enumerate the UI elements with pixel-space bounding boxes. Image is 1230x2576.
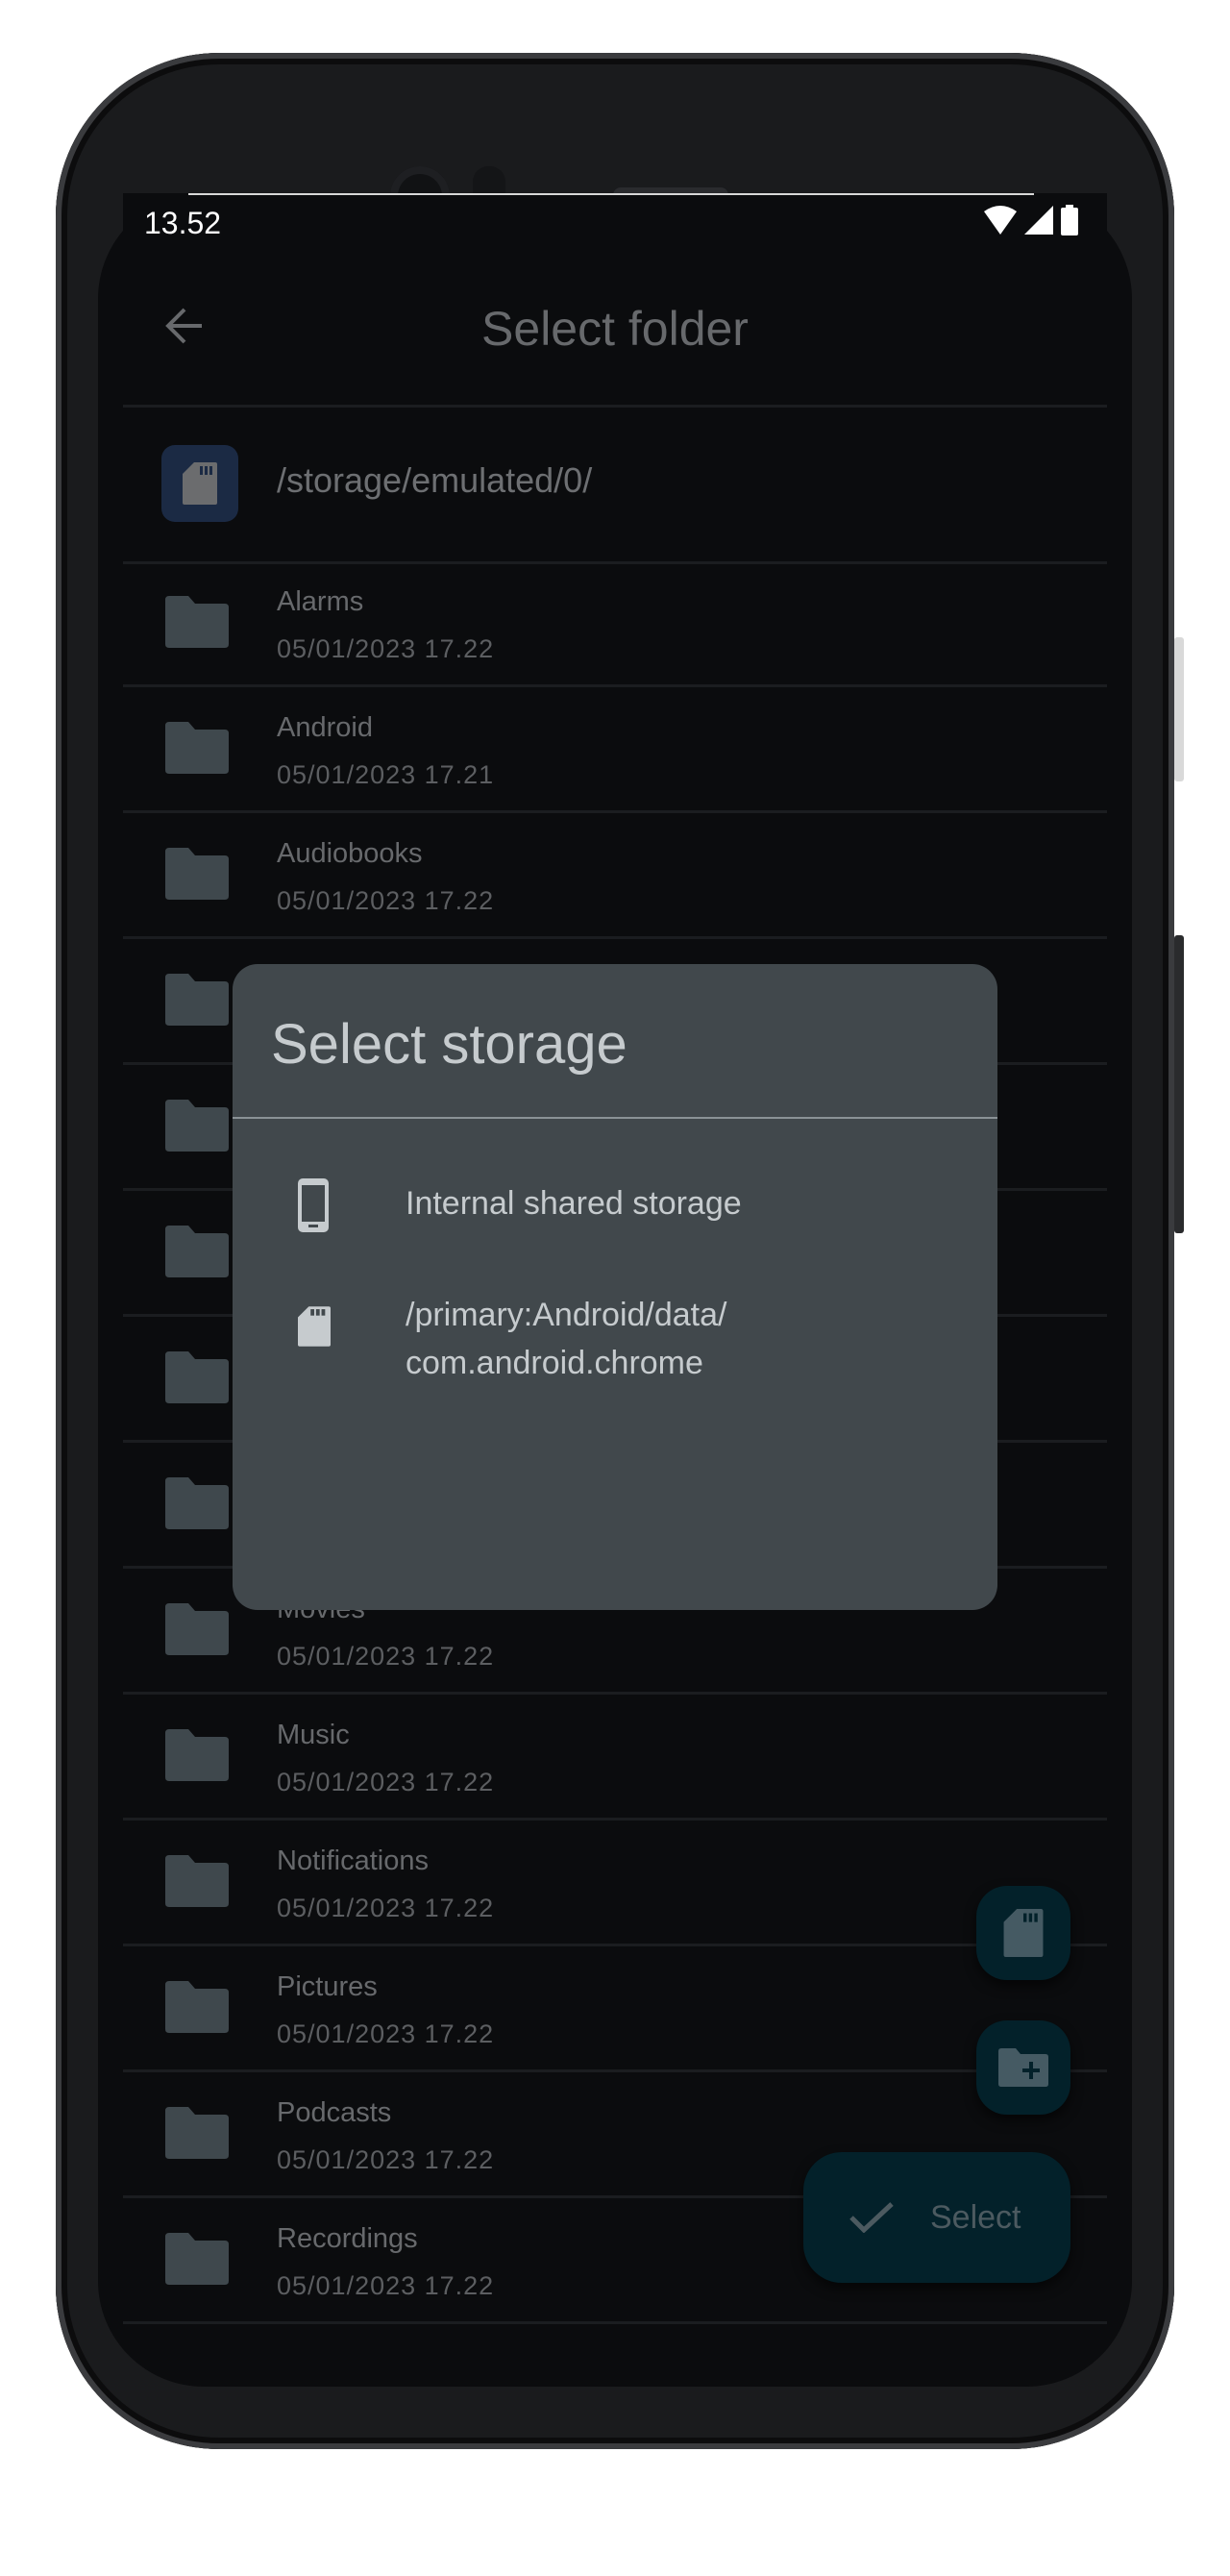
- folder-icon: [165, 722, 229, 774]
- select-storage-dialog: Select storage Internal shared storage /…: [233, 964, 997, 1610]
- select-button[interactable]: Select: [803, 2152, 1070, 2283]
- battery-icon: [1061, 205, 1078, 235]
- folder-icon: [165, 848, 229, 900]
- folder-date: 05/01/2023 17.22: [277, 1642, 495, 1671]
- folder-name: Notifications: [277, 1845, 429, 1876]
- folder-row[interactable]: Android 05/01/2023 17.21: [123, 687, 1107, 813]
- wifi-icon: [984, 206, 1017, 235]
- storage-fab[interactable]: [976, 1886, 1070, 1980]
- folder-date: 05/01/2023 17.22: [277, 2019, 495, 2048]
- label-line-2: com.android.chrome: [406, 1345, 703, 1381]
- dialog-title: Select storage: [271, 1013, 627, 1076]
- folder-icon: [165, 1477, 229, 1529]
- folder-date: 05/01/2023 17.22: [277, 2145, 495, 2174]
- screen: 13.52 Select folder /storage/emulated/0/…: [123, 193, 1107, 2329]
- folder-icon: [165, 596, 229, 648]
- select-label: Select: [930, 2198, 1021, 2236]
- folder-icon: [165, 1855, 229, 1907]
- page-title: Select folder: [481, 302, 749, 356]
- dialog-divider: [233, 1117, 997, 1119]
- phone-icon: [298, 1178, 329, 1232]
- volume-button: [1174, 935, 1184, 1233]
- label-line-1: /primary:Android/data/: [406, 1297, 727, 1333]
- folder-date: 05/01/2023 17.22: [277, 634, 495, 663]
- storage-option-internal[interactable]: Internal shared storage: [233, 1166, 997, 1272]
- folder-date: 05/01/2023 17.22: [277, 1768, 495, 1796]
- folder-icon: [165, 1226, 229, 1277]
- app-bar: Select folder: [123, 262, 1107, 408]
- new-folder-fab[interactable]: [976, 2020, 1070, 2115]
- folder-row[interactable]: Audiobooks 05/01/2023 17.22: [123, 813, 1107, 939]
- folder-icon: [165, 1603, 229, 1655]
- folder-name: Podcasts: [277, 2097, 392, 2128]
- folder-date: 05/01/2023 17.22: [277, 886, 495, 915]
- status-icons: [984, 205, 1078, 235]
- folder-icon: [165, 2233, 229, 2285]
- folder-name: Android: [277, 712, 373, 743]
- folder-date: 05/01/2023 17.22: [277, 2271, 495, 2300]
- storage-button[interactable]: [161, 445, 238, 522]
- folder-date: 05/01/2023 17.22: [277, 1894, 495, 1922]
- folder-icon: [165, 1981, 229, 2033]
- folder-name: Alarms: [277, 586, 364, 617]
- current-path: /storage/emulated/0/: [277, 460, 593, 500]
- folder-icon: [165, 1351, 229, 1403]
- folder-row[interactable]: Notifications 05/01/2023 17.22: [123, 1821, 1107, 1946]
- storage-option-label: Internal shared storage: [406, 1185, 742, 1222]
- sd-card-icon: [183, 462, 217, 505]
- status-time: 13.52: [144, 206, 222, 240]
- sd-card-icon: [298, 1306, 331, 1347]
- create-new-folder-icon: [998, 2048, 1048, 2087]
- signal-icon: [1024, 206, 1053, 235]
- power-button: [1174, 637, 1184, 781]
- folder-name: Pictures: [277, 1971, 378, 2002]
- folder-name: Recordings: [277, 2223, 418, 2254]
- folder-row[interactable]: Music 05/01/2023 17.22: [123, 1695, 1107, 1821]
- folder-icon: [165, 1100, 229, 1152]
- folder-icon: [165, 2107, 229, 2159]
- folder-row[interactable]: Pictures 05/01/2023 17.22: [123, 1946, 1107, 2072]
- folder-name: Music: [277, 1720, 350, 1750]
- folder-date: 05/01/2023 17.21: [277, 760, 495, 789]
- check-icon: [849, 2202, 894, 2233]
- screen-edge: [188, 193, 1034, 195]
- storage-option-sd[interactable]: /primary:Android/data/ com.android.chrom…: [233, 1291, 997, 1406]
- sd-card-icon: [1003, 1909, 1044, 1957]
- folder-icon: [165, 1729, 229, 1781]
- folder-icon: [165, 974, 229, 1026]
- folder-row[interactable]: Alarms 05/01/2023 17.22: [123, 561, 1107, 687]
- current-path-row[interactable]: /storage/emulated/0/: [123, 405, 1107, 564]
- storage-option-label: /primary:Android/data/ com.android.chrom…: [406, 1291, 727, 1387]
- folder-name: Audiobooks: [277, 838, 423, 869]
